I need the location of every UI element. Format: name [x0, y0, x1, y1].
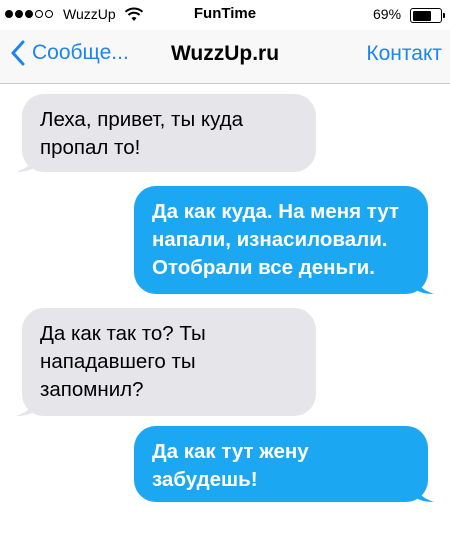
nav-bar: Сообще... WuzzUp.ru Контакт — [0, 30, 450, 84]
message-text: Да как так то? Ты нападавшего ты запомни… — [40, 322, 206, 401]
message-text: Да как куда. На меня тут напали, изнасил… — [152, 200, 400, 279]
bubble-tail — [414, 482, 434, 502]
message-text: Да как тут жену забудешь! — [152, 440, 309, 491]
bubble-tail — [16, 396, 36, 416]
battery-icon — [410, 8, 445, 23]
messages-screen: WuzzUp FunTime 69% Сообще... WuzzUp.ru К… — [0, 0, 450, 557]
chevron-left-icon — [11, 40, 25, 66]
battery-tip — [443, 13, 445, 18]
message-bubble-outgoing[interactable]: Да как куда. На меня тут напали, изнасил… — [134, 186, 434, 294]
back-button[interactable]: Сообще... — [10, 40, 129, 66]
battery-percent: 69% — [373, 6, 402, 22]
message-bubble-incoming[interactable]: Да как так то? Ты нападавшего ты запомни… — [16, 308, 316, 416]
bubble-tail — [414, 274, 434, 294]
battery-fill — [412, 10, 432, 21]
bubble-tail — [16, 152, 36, 172]
message-text: Леха, привет, ты куда пропал то! — [40, 108, 244, 159]
message-bubble-incoming[interactable]: Леха, привет, ты куда пропал то! — [16, 94, 316, 172]
status-bar: WuzzUp FunTime 69% — [0, 0, 450, 30]
message-bubble-outgoing[interactable]: Да как тут жену забудешь! — [134, 426, 434, 502]
contact-button[interactable]: Контакт — [366, 42, 442, 66]
back-button-label: Сообще... — [32, 41, 129, 64]
